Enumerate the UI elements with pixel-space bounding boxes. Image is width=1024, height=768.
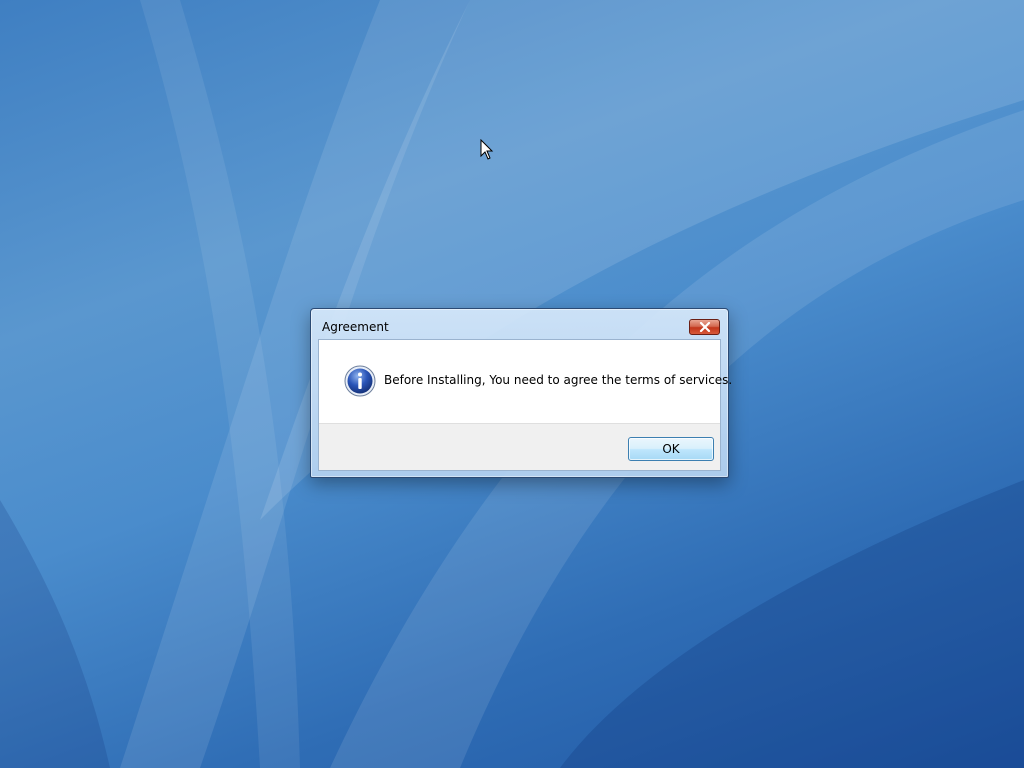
desktop: Agreement Before Installing, You need to… (0, 0, 1024, 768)
dialog-body: Before Installing, You need to agree the… (318, 339, 732, 471)
agreement-dialog: Agreement Before Installing, You need to… (310, 308, 732, 478)
dialog-titlebar[interactable]: Agreement (311, 309, 728, 338)
ok-button[interactable]: OK (628, 437, 714, 461)
message-area: Before Installing, You need to agree the… (319, 340, 732, 423)
button-area: OK (319, 423, 720, 470)
close-button[interactable] (689, 319, 720, 335)
dialog-message: Before Installing, You need to agree the… (384, 373, 733, 387)
dialog-title: Agreement (322, 320, 389, 334)
info-icon (344, 365, 376, 397)
mouse-cursor-icon (480, 139, 494, 160)
close-icon (699, 322, 710, 332)
